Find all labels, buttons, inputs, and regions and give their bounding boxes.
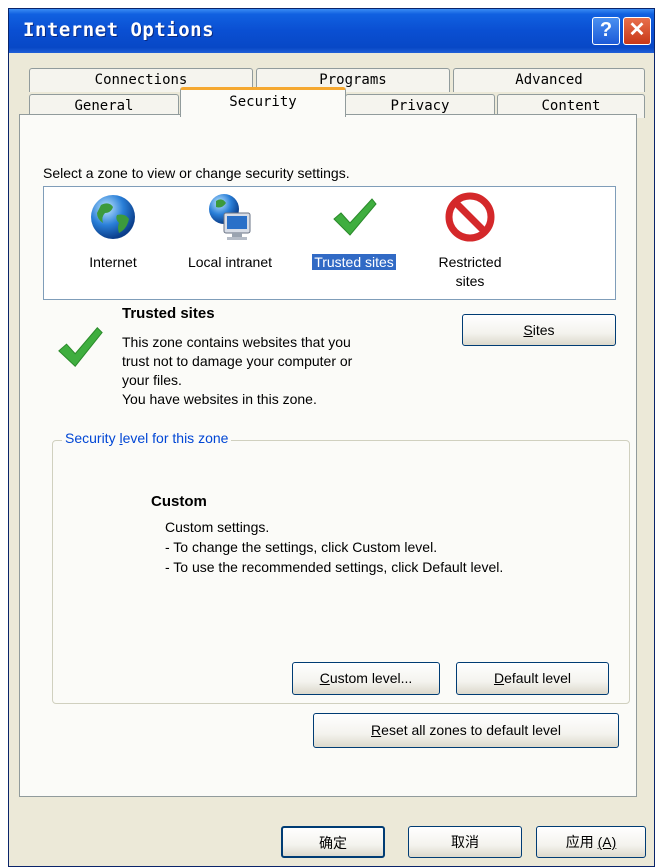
zone-label-restricted-sites: Restricted sites [414,253,526,291]
reset-label: eset all zones to default level [381,722,561,738]
zone-internet[interactable]: Internet [58,187,168,299]
level-desc-line: - To use the recommended settings, click… [165,559,504,575]
reset-mnemonic: R [371,722,382,738]
local-intranet-icon [209,194,251,240]
zone-desc-line: trust not to damage your computer or [122,353,353,369]
default-level-button[interactable]: Default level [456,662,609,695]
security-level-description: Custom settings. - To change the setting… [165,517,503,577]
zone-list: Internet Local intranet Trusted sites Re… [43,186,616,300]
zone-local-intranet[interactable]: Local intranet [170,187,290,299]
level-desc-line: - To change the settings, click Custom l… [165,539,438,555]
close-button[interactable]: ✕ [623,17,651,45]
zone-label-trusted-sites: Trusted sites [294,253,414,272]
zone-intro-text: Select a zone to view or change security… [43,165,350,181]
window-title: Internet Options [23,19,215,41]
zone-desc-line: your files. [122,372,182,388]
legend-text-post: evel for this zone [122,430,229,446]
sites-button-label: ites [532,322,555,338]
zone-label-restricted-line1: Restricted [438,254,502,270]
checkmark-icon [333,198,377,236]
custom-level-button[interactable]: Custom level... [292,662,440,695]
zone-label-restricted-line2: sites [455,273,485,289]
zone-trusted-sites[interactable]: Trusted sites [294,187,414,299]
zone-label-internet: Internet [89,254,137,270]
help-button[interactable]: ? [592,17,620,45]
selected-zone-description: This zone contains websites that you tru… [122,333,442,409]
globe-icon [91,195,135,239]
zone-restricted-sites[interactable]: Restricted sites [414,187,526,299]
zone-desc-line: You have websites in this zone. [122,391,317,407]
tab-security[interactable]: Security [180,87,346,117]
selected-zone-name: Trusted sites [122,305,215,322]
restricted-icon [445,192,495,242]
sites-button-mnemonic: S [523,322,533,338]
cancel-button[interactable]: 取消 [408,826,522,858]
custom-level-mnemonic: C [319,670,330,686]
zone-desc-line: This zone contains websites that you [122,334,351,350]
security-level-legend: Security level for this zone [62,430,232,446]
apply-button[interactable]: 应用 (A) [536,826,646,858]
level-desc-line: Custom settings. [165,519,270,535]
legend-text-pre: Security [65,430,120,446]
reset-all-zones-button[interactable]: Reset all zones to default level [313,713,619,748]
zone-label-trusted-sites-text: Trusted sites [312,254,396,270]
title-bar[interactable]: Internet Options ? ✕ [9,9,654,53]
sites-button[interactable]: Sites [462,314,616,346]
zone-label-local-intranet: Local intranet [187,254,273,270]
apply-label: 应用 [565,834,594,850]
tab-advanced[interactable]: Advanced [453,68,645,92]
ok-button[interactable]: 确定 [281,826,385,858]
default-level-mnemonic: D [493,670,505,686]
custom-level-label: ustom level... [329,670,413,686]
security-level-name: Custom [151,493,207,510]
default-level-label: efault level [504,670,572,686]
selected-zone-checkmark-icon [58,327,103,367]
apply-mnemonic: (A) [597,834,617,850]
